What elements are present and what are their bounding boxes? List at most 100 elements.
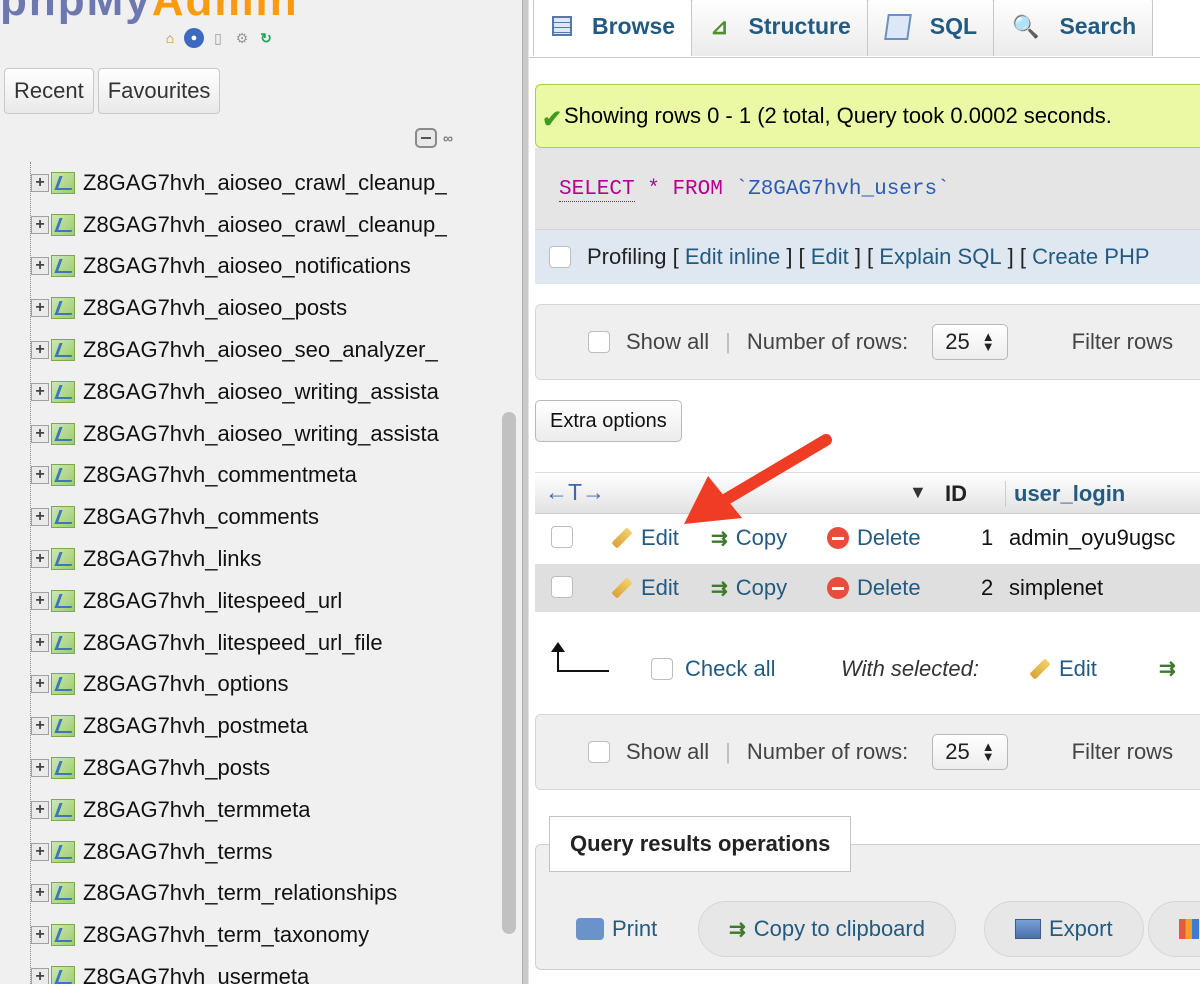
table-icon [51, 882, 75, 905]
expand-icon[interactable]: + [31, 633, 49, 652]
select-arrows-icon: ▲ ▼ [981, 329, 995, 354]
column-header-user-login[interactable]: user_login [1005, 481, 1125, 507]
database-icon[interactable]: ● [184, 28, 204, 48]
tree-item-table[interactable]: + Z8GAG7hvh_litespeed_url [31, 580, 522, 622]
expand-icon[interactable]: + [31, 591, 49, 610]
copy-to-clipboard-button[interactable]: ⇉ Copy to clipboard [698, 901, 956, 957]
row-copy-link[interactable]: ⇉ Copy [711, 525, 787, 551]
reload-icon[interactable]: ↻ [256, 28, 276, 48]
tree-item-table[interactable]: + Z8GAG7hvh_aioseo_writing_assista [31, 413, 522, 455]
tree-item-label: Z8GAG7hvh_termmeta [83, 796, 311, 822]
row-edit-link[interactable]: Edit [611, 575, 679, 601]
rows-per-page-select[interactable]: 25 ▲ ▼ [932, 734, 1008, 770]
tree-item-table[interactable]: + Z8GAG7hvh_term_relationships [31, 873, 522, 915]
tree-item-table[interactable]: + Z8GAG7hvh_comments [31, 496, 522, 538]
explain-sql-link[interactable]: Explain SQL [879, 244, 1001, 270]
tree-item-label: Z8GAG7hvh_litespeed_url [83, 587, 343, 613]
tree-item-table[interactable]: + Z8GAG7hvh_commentmeta [31, 455, 522, 497]
tree-item-table[interactable]: + Z8GAG7hvh_term_taxonomy [31, 914, 522, 956]
column-header-id[interactable]: ID [945, 481, 967, 507]
expand-icon[interactable]: + [31, 675, 49, 694]
bulk-copy-icon[interactable]: ⇉ [1159, 656, 1176, 681]
expand-icon[interactable]: + [31, 717, 49, 736]
scrollbar[interactable] [502, 412, 516, 934]
tree-item-label: Z8GAG7hvh_term_relationships [83, 880, 398, 906]
create-php-link[interactable]: Create PHP [1032, 244, 1149, 270]
row-checkbox[interactable] [551, 526, 573, 548]
panel-resizer[interactable] [522, 0, 529, 984]
expand-icon[interactable]: + [31, 466, 49, 485]
cell-user-login[interactable]: admin_oyu9ugsc [1009, 525, 1175, 551]
bulk-edit-link[interactable]: Edit [1029, 656, 1097, 682]
expand-icon[interactable]: + [31, 968, 49, 984]
row-delete-link[interactable]: Delete [827, 575, 921, 601]
tree-item-table[interactable]: + Z8GAG7hvh_postmeta [31, 705, 522, 747]
row-edit-link[interactable]: Edit [611, 525, 679, 551]
collapse-all-icon[interactable] [415, 128, 437, 148]
show-all-checkbox[interactable] [588, 741, 610, 763]
rows-per-page-select[interactable]: 25 ▲ ▼ [932, 324, 1008, 360]
expand-icon[interactable]: + [31, 842, 49, 861]
tree-item-table[interactable]: + Z8GAG7hvh_aioseo_writing_assista [31, 371, 522, 413]
extra-options-button[interactable]: Extra options [535, 400, 682, 442]
tree-item-table[interactable]: + Z8GAG7hvh_termmeta [31, 789, 522, 831]
table-icon [51, 297, 75, 320]
gear-icon[interactable]: ⚙ [232, 28, 252, 48]
tree-item-table[interactable]: + Z8GAG7hvh_aioseo_posts [31, 287, 522, 329]
tree-item-table[interactable]: + Z8GAG7hvh_aioseo_crawl_cleanup_ [31, 204, 522, 246]
expand-icon[interactable]: + [31, 884, 49, 903]
link-icon[interactable]: ∞ [443, 130, 453, 146]
tree-item-table[interactable]: + Z8GAG7hvh_terms [31, 831, 522, 873]
edit-query-link[interactable]: Edit [811, 244, 849, 270]
export-icon [1015, 919, 1041, 939]
pencil-icon [1029, 658, 1051, 680]
tree-item-table[interactable]: + Z8GAG7hvh_litespeed_url_file [31, 622, 522, 664]
tree-item-table[interactable]: + Z8GAG7hvh_options [31, 664, 522, 706]
row-checkbox[interactable] [551, 576, 573, 598]
expand-icon[interactable]: + [31, 926, 49, 945]
edit-inline-link[interactable]: Edit inline [685, 244, 780, 270]
check-all-checkbox[interactable] [651, 658, 673, 680]
tab-structure[interactable]: ⊿ Structure [691, 0, 868, 56]
tab-favourites[interactable]: Favourites [97, 68, 221, 114]
expand-icon[interactable]: + [31, 800, 49, 819]
tree-item-table[interactable]: + Z8GAG7hvh_aioseo_notifications [31, 246, 522, 288]
expand-icon[interactable]: + [31, 341, 49, 360]
tab-search[interactable]: 🔍 Search [993, 0, 1154, 56]
export-button[interactable]: Export [984, 901, 1144, 957]
tab-browse[interactable]: Browse [533, 0, 693, 56]
tree-item-table[interactable]: + Z8GAG7hvh_usermeta [31, 956, 522, 984]
home-icon[interactable]: ⌂ [160, 28, 180, 48]
table-icon [51, 380, 75, 403]
check-all-link[interactable]: Check all [685, 656, 775, 682]
column-toggle-arrows-icon[interactable]: ←T→ [545, 479, 605, 506]
row-copy-link[interactable]: ⇉ Copy [711, 575, 787, 601]
tree-item-table[interactable]: + Z8GAG7hvh_aioseo_crawl_cleanup_ [31, 162, 522, 204]
expand-icon[interactable]: + [31, 173, 49, 192]
table-tree: + Z8GAG7hvh_aioseo_crawl_cleanup_ + Z8GAG7h… [30, 162, 522, 984]
show-all-checkbox[interactable] [588, 331, 610, 353]
tree-item-table[interactable]: + Z8GAG7hvh_posts [31, 747, 522, 789]
expand-icon[interactable]: + [31, 424, 49, 443]
expand-icon[interactable]: + [31, 257, 49, 276]
profiling-checkbox[interactable] [549, 246, 571, 268]
results-table-header: ←T→ ▼ ID user_login [535, 472, 1200, 514]
expand-icon[interactable]: + [31, 759, 49, 778]
tab-recent[interactable]: Recent [4, 68, 94, 114]
expand-icon[interactable]: + [31, 550, 49, 569]
expand-icon[interactable]: + [31, 215, 49, 234]
tree-item-table[interactable]: + Z8GAG7hvh_aioseo_seo_analyzer_ [31, 329, 522, 371]
tab-sql[interactable]: SQL [866, 0, 995, 56]
phpmyadmin-logo[interactable]: phpMyAdmin [0, 0, 299, 26]
sort-dropdown-icon[interactable]: ▼ [909, 482, 927, 503]
sql-query[interactable]: SELECT * FROM `Z8GAG7hvh_users` [559, 178, 950, 202]
display-chart-button[interactable] [1148, 901, 1200, 957]
print-button[interactable]: Print [536, 901, 687, 957]
row-delete-link[interactable]: Delete [827, 525, 921, 551]
expand-icon[interactable]: + [31, 382, 49, 401]
expand-icon[interactable]: + [31, 508, 49, 527]
expand-icon[interactable]: + [31, 299, 49, 318]
cell-user-login[interactable]: simplenet [1009, 575, 1103, 601]
document-icon[interactable]: ▯ [208, 28, 228, 48]
tree-item-table[interactable]: + Z8GAG7hvh_links [31, 538, 522, 580]
